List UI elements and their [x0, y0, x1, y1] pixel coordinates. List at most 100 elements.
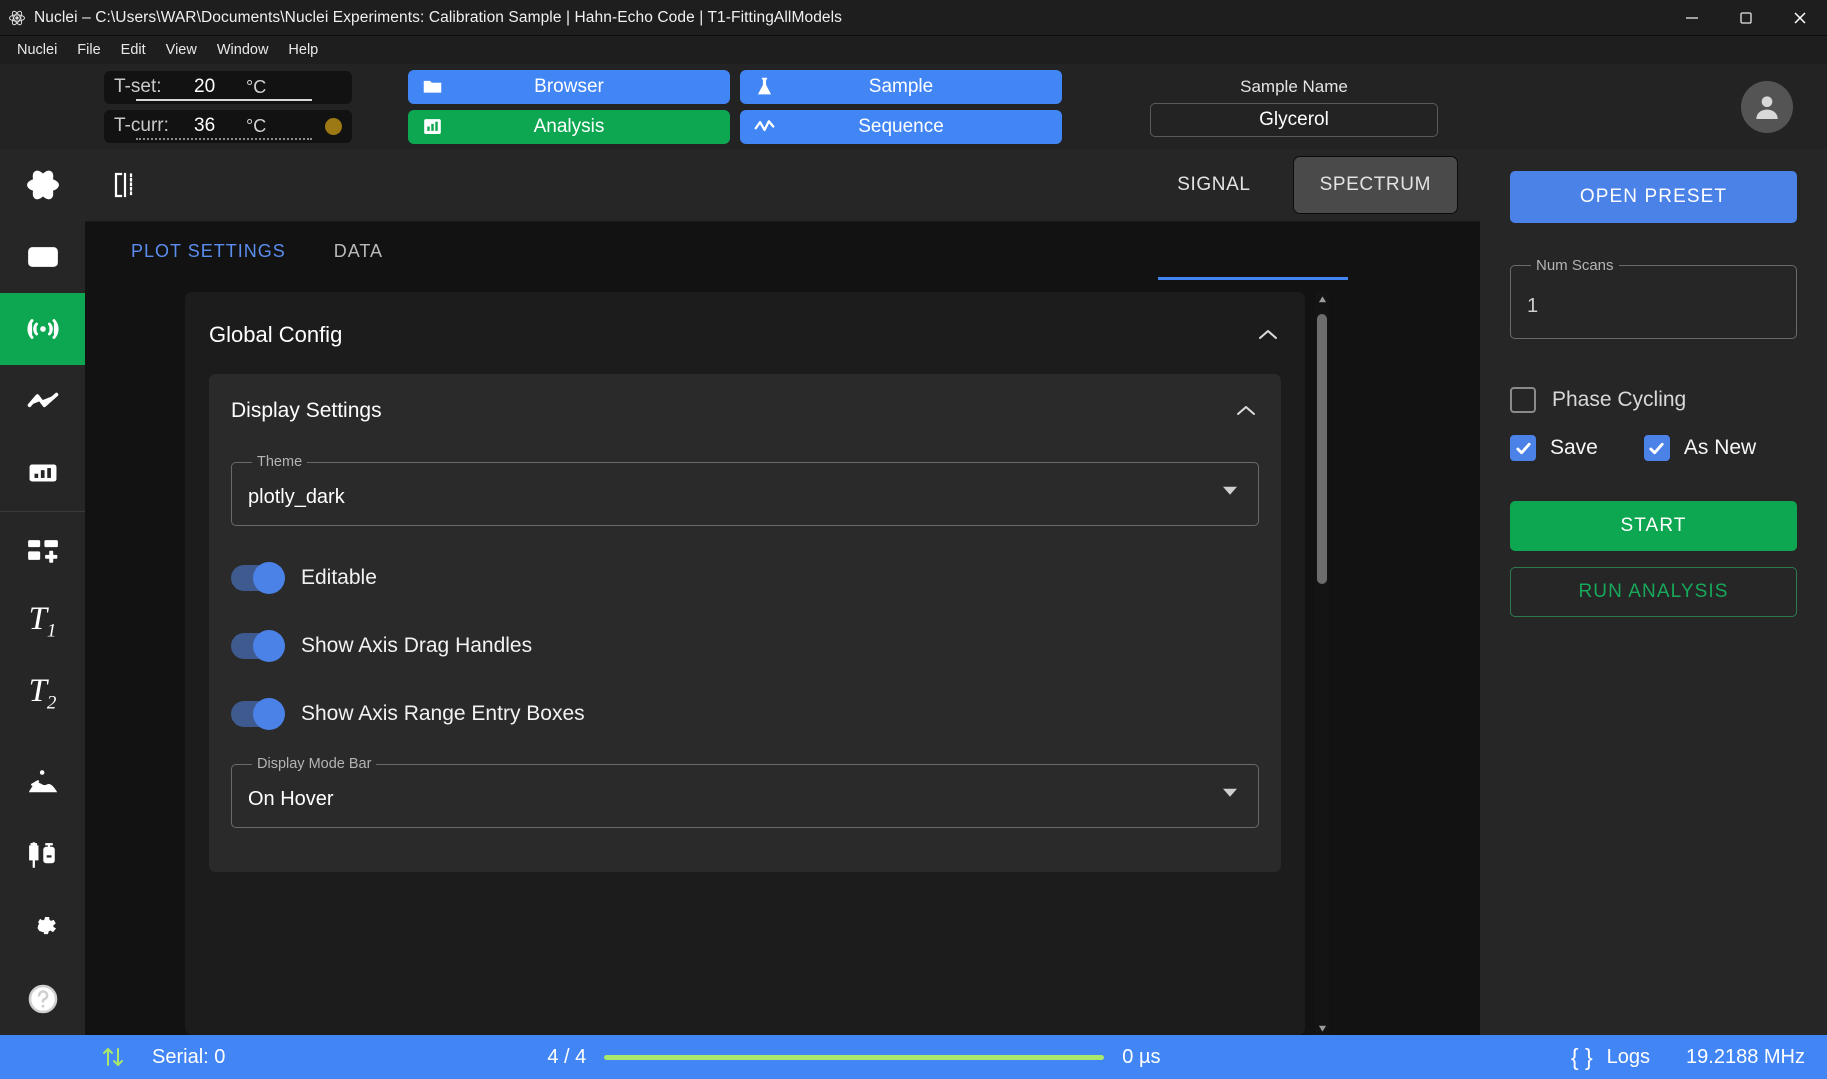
sample-name-input[interactable]: Glycerol: [1150, 102, 1438, 137]
display-mode-bar-value: On Hover: [248, 788, 334, 810]
maximize-button[interactable]: [1719, 0, 1773, 36]
sample-button-label: Sample: [868, 75, 934, 97]
display-mode-bar-select[interactable]: Display Mode Bar On Hover: [231, 756, 1259, 828]
menu-item-window[interactable]: Window: [208, 39, 278, 61]
save-label: Save: [1550, 436, 1598, 459]
phase-cycling-row[interactable]: Phase Cycling: [1510, 387, 1797, 413]
theme-label: Theme: [257, 454, 303, 470]
top-toolbar: T-set: 20 °C T-curr: 36 °C Browser Sampl…: [0, 64, 1827, 149]
status-bar: Serial: 0 4 / 4 0 µs { } Logs 19.2188 MH…: [0, 1035, 1827, 1079]
toggle-editable[interactable]: Editable: [231, 544, 1259, 612]
scroll-up-arrow[interactable]: [1315, 292, 1329, 306]
split-panel-icon[interactable]: [107, 171, 143, 199]
sample-name-group: Sample Name Glycerol: [1150, 77, 1438, 137]
folder-icon: [422, 76, 443, 97]
sidebar-item-sequence[interactable]: [0, 365, 85, 437]
sidebar-item-acquire[interactable]: [0, 293, 85, 365]
logs-button[interactable]: Logs: [1607, 1046, 1650, 1069]
sequence-button[interactable]: Sequence: [740, 109, 1062, 144]
phase-cycling-label: Phase Cycling: [1552, 388, 1687, 411]
window-title: Nuclei – C:\Users\WAR\Documents\Nuclei E…: [34, 8, 843, 26]
tab-plot-settings[interactable]: PLOT SETTINGS: [107, 222, 310, 280]
start-button[interactable]: START: [1510, 501, 1797, 551]
open-preset-button[interactable]: OPEN PRESET: [1510, 171, 1797, 223]
tab-spectrum[interactable]: SPECTRUM: [1292, 156, 1458, 214]
toggle-editable-label: Editable: [301, 566, 377, 589]
sidebar-item-atom[interactable]: [0, 149, 85, 221]
title-bar: Nuclei – C:\Users\WAR\Documents\Nuclei E…: [0, 0, 1827, 36]
sidebar-item-sample-prep[interactable]: [0, 819, 85, 891]
toggle-show-axis-range-entry-boxes[interactable]: Show Axis Range Entry Boxes: [231, 680, 1259, 748]
temperature-current-field[interactable]: T-curr: 36 °C: [104, 109, 352, 143]
status-right-group: { } Logs 19.2188 MHz: [1571, 1044, 1805, 1071]
temp-set-label: T-set:: [114, 76, 162, 97]
scroll-down-arrow[interactable]: [1315, 1021, 1329, 1035]
display-settings-card: Display Settings Theme plotly_dark Edita…: [209, 374, 1281, 872]
progress-group: 4 / 4 0 µs: [547, 1046, 1160, 1069]
main-body: T1 T2 SIGNAL SPECTRUM PLOT SETTINGS DATA…: [0, 149, 1827, 1035]
sidebar-item-t2[interactable]: T2: [0, 658, 85, 730]
temp-curr-underline: [136, 137, 312, 140]
menu-item-edit[interactable]: Edit: [112, 39, 155, 61]
menu-item-help[interactable]: Help: [279, 39, 327, 61]
sidebar-item-add-panel[interactable]: [0, 514, 85, 586]
analysis-button-label: Analysis: [533, 115, 605, 137]
nav-button-grid: Browser Sample Analysis Sequence: [408, 69, 1062, 144]
global-config-title: Global Config: [209, 322, 343, 347]
minimize-button[interactable]: [1665, 0, 1719, 36]
sidebar-item-browser[interactable]: [0, 221, 85, 293]
t2-label: T2: [28, 673, 57, 714]
temp-curr-unit: °C: [246, 115, 267, 136]
scrollbar-thumb[interactable]: [1317, 314, 1327, 584]
menu-item-view[interactable]: View: [157, 39, 206, 61]
temp-curr-value: 36: [194, 115, 216, 136]
run-analysis-button[interactable]: RUN ANALYSIS: [1510, 567, 1797, 617]
waveform-icon: [754, 116, 775, 137]
sidebar-item-analysis[interactable]: [0, 437, 85, 509]
chevron-down-icon: [1223, 788, 1237, 797]
as-new-label: As New: [1683, 436, 1757, 459]
tab-data[interactable]: DATA: [310, 222, 407, 280]
temp-set-underline: [136, 99, 312, 101]
theme-select[interactable]: Theme plotly_dark: [231, 454, 1259, 526]
frequency-display: 19.2188 MHz: [1686, 1045, 1805, 1068]
toggle-axis-range-label: Show Axis Range Entry Boxes: [301, 702, 585, 725]
temperature-set-field[interactable]: T-set: 20 °C: [104, 70, 352, 104]
settings-tab-bar: PLOT SETTINGS DATA: [85, 222, 1480, 280]
sample-button[interactable]: Sample: [740, 69, 1062, 104]
close-button[interactable]: [1773, 0, 1827, 36]
toggle-show-axis-drag-handles[interactable]: Show Axis Drag Handles: [231, 612, 1259, 680]
global-config-header[interactable]: Global Config: [209, 314, 1281, 374]
toggle-switch[interactable]: [231, 698, 285, 730]
settings-panel-area: Global Config Display Settings Theme plo…: [85, 280, 1480, 1035]
sidebar-item-settings[interactable]: [0, 891, 85, 963]
sidebar-item-help[interactable]: [0, 963, 85, 1035]
account-button[interactable]: [1741, 80, 1793, 133]
analysis-button[interactable]: Analysis: [408, 109, 730, 144]
menu-item-nuclei[interactable]: Nuclei: [8, 39, 66, 61]
toggle-switch[interactable]: [231, 630, 285, 662]
up-down-arrows-icon: [100, 1044, 126, 1070]
chevron-up-icon[interactable]: [1233, 398, 1259, 424]
toggle-switch[interactable]: [231, 562, 285, 594]
save-checkbox[interactable]: [1510, 435, 1536, 461]
tab-signal[interactable]: SIGNAL: [1163, 174, 1264, 196]
menu-bar: Nuclei File Edit View Window Help: [0, 36, 1827, 64]
as-new-checkbox[interactable]: [1643, 435, 1670, 461]
sidebar-item-construction[interactable]: [0, 747, 85, 819]
num-scans-field[interactable]: Num Scans 1: [1510, 257, 1797, 339]
temperature-controls: T-set: 20 °C T-curr: 36 °C: [104, 70, 352, 143]
toggle-axis-drag-label: Show Axis Drag Handles: [301, 634, 533, 657]
menu-item-file[interactable]: File: [68, 39, 109, 61]
sample-name-label: Sample Name: [1240, 76, 1348, 96]
browser-button[interactable]: Browser: [408, 69, 730, 104]
settings-scrollbar[interactable]: [1315, 292, 1329, 1035]
phase-cycling-checkbox[interactable]: [1510, 387, 1536, 413]
sequence-button-label: Sequence: [858, 115, 944, 137]
progress-bar: [604, 1054, 1105, 1060]
sidebar-item-t1[interactable]: T1: [0, 586, 85, 658]
settings-scroll-region: Global Config Display Settings Theme plo…: [85, 292, 1480, 1035]
display-settings-header[interactable]: Display Settings: [231, 394, 1259, 446]
center-column: SIGNAL SPECTRUM PLOT SETTINGS DATA Globa…: [85, 149, 1480, 1035]
chevron-up-icon[interactable]: [1255, 322, 1281, 348]
